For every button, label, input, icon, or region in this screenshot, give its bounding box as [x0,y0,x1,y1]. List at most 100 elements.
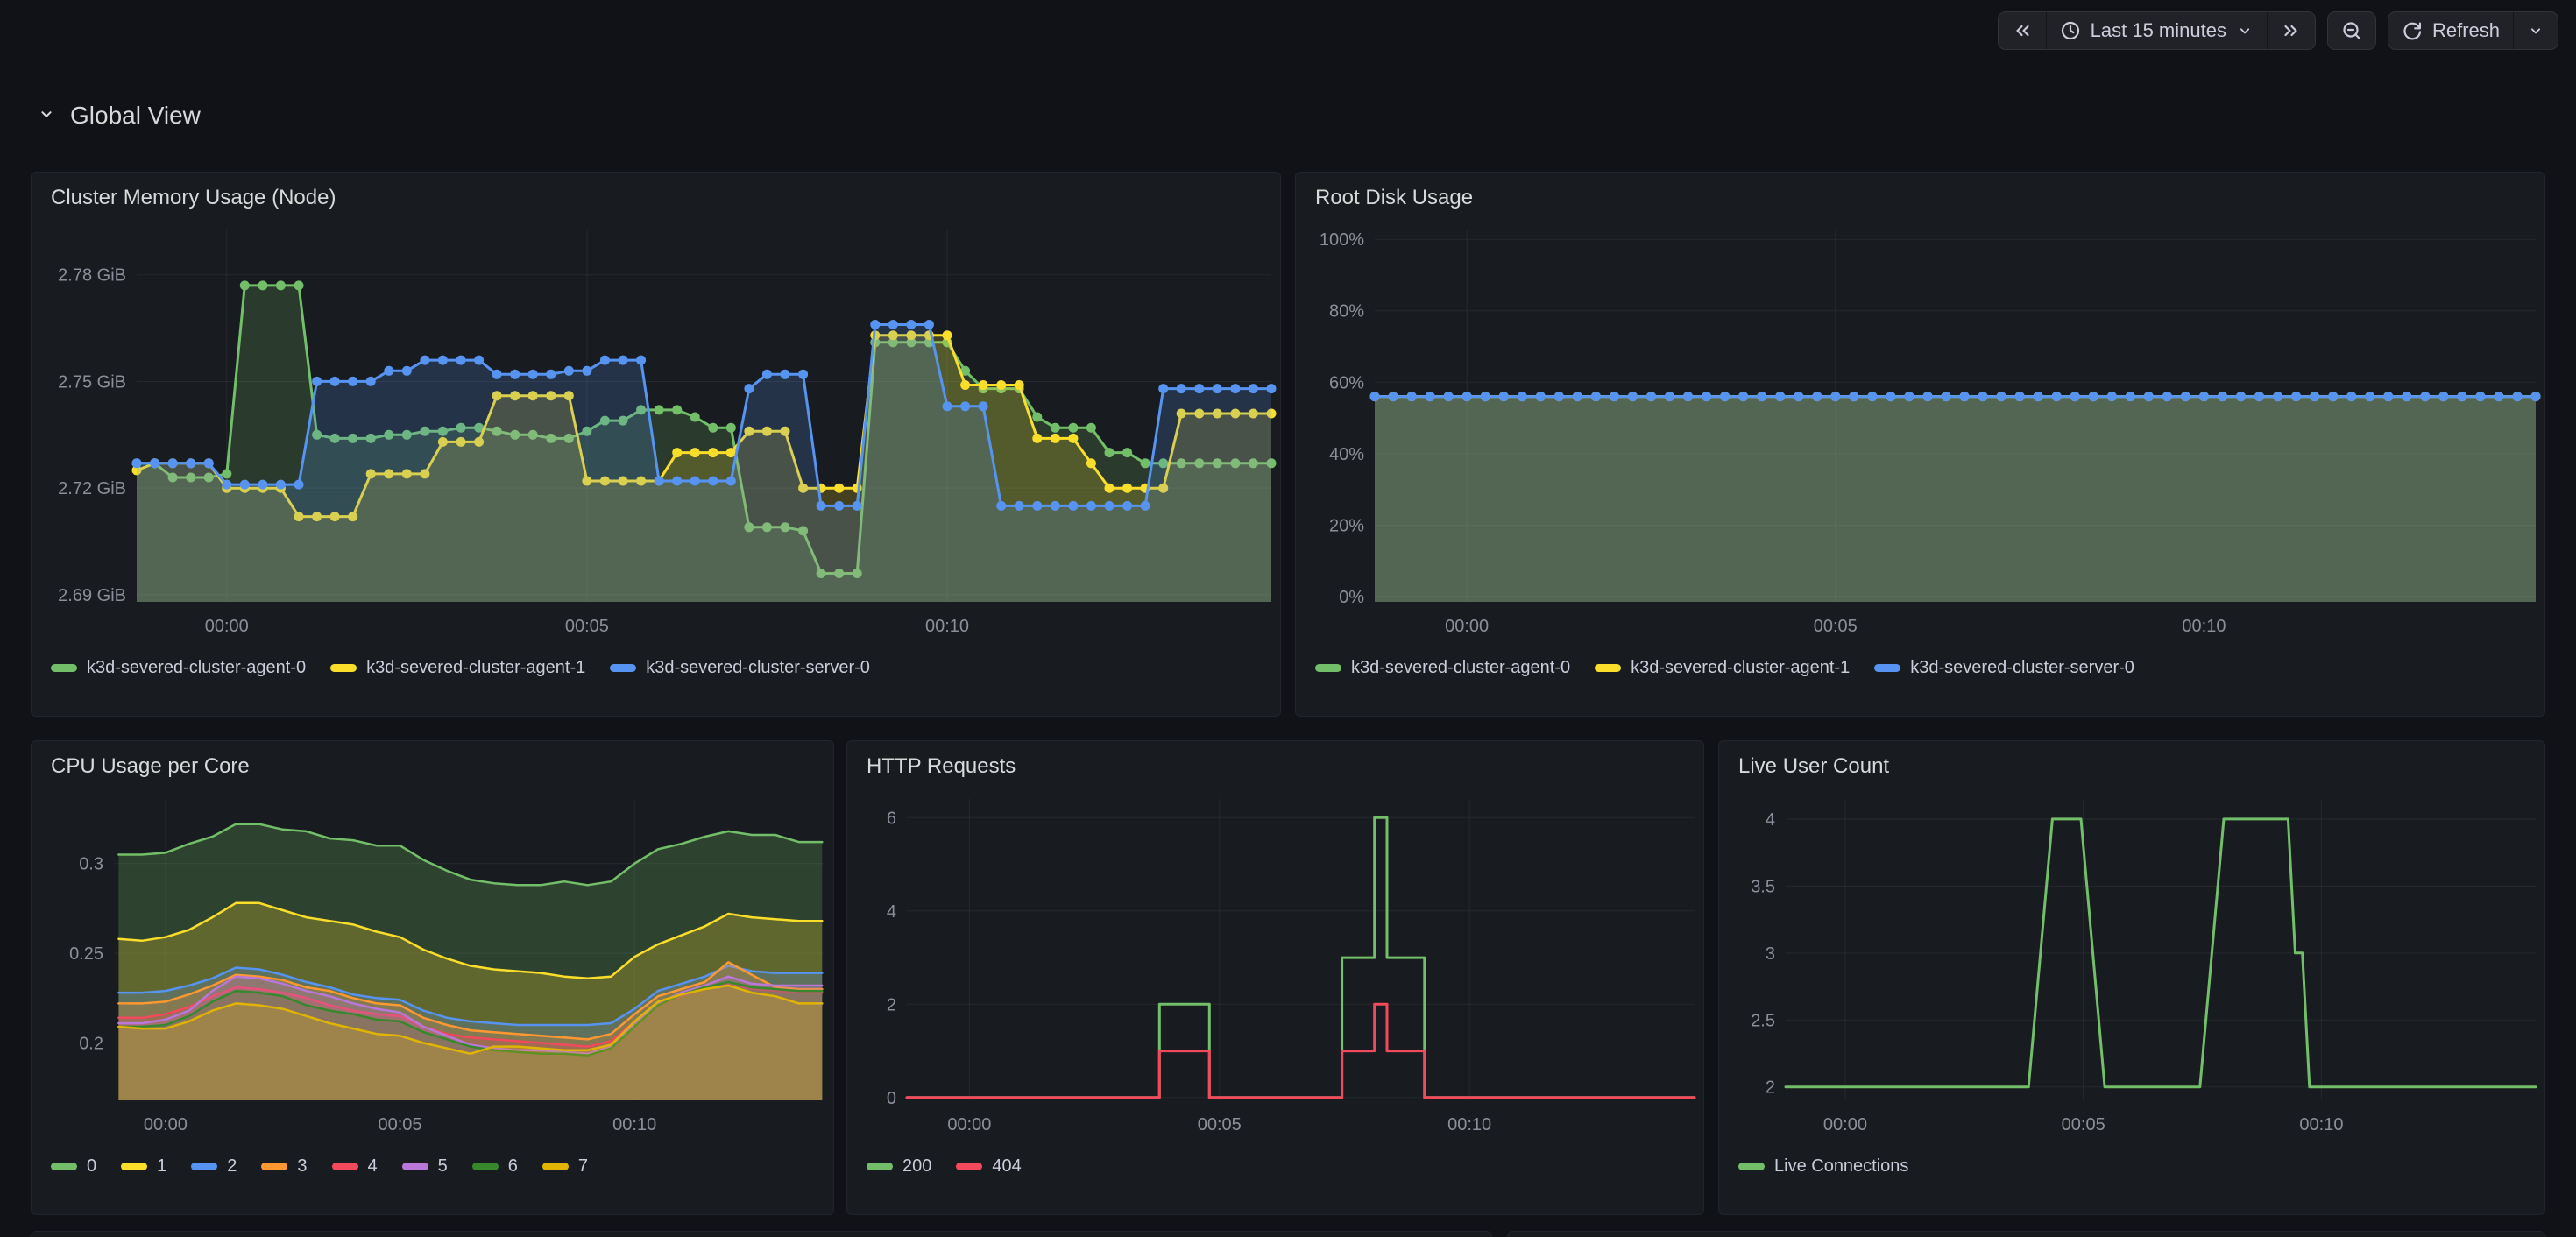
panel-title-live-user-count[interactable]: Live User Count [1738,754,1889,779]
legend-label: k3d-severed-cluster-agent-0 [1351,658,1570,678]
legend-label: Live Connections [1774,1156,1908,1177]
legend-item[interactable]: 1 [121,1156,166,1177]
panel-header: Live User Count [1719,741,2544,787]
legend: k3d-severed-cluster-agent-0 k3d-severed-c… [32,647,1280,698]
legend-label: 6 [508,1156,518,1177]
legend-item[interactable]: 200 [867,1156,931,1177]
svg-text:00:05: 00:05 [1198,1115,1242,1135]
panel-http-requests: HTTP Requests024600:0000:0500:10200404 [846,740,1704,1215]
panel-live-user-count: Live User Count22.533.5400:0000:0500:10L… [1718,740,2545,1215]
legend-swatch [191,1163,217,1170]
svg-text:100%: 100% [1320,230,1364,250]
refresh-label: Refresh [2432,21,2500,40]
legend-item[interactable]: k3d-severed-cluster-agent-1 [1595,658,1850,678]
legend-swatch [402,1163,428,1170]
refresh-icon [2402,20,2423,41]
refresh-button[interactable]: Refresh [2388,12,2513,49]
legend-swatch [1874,664,1900,672]
chart-root-disk[interactable]: 0%20%40%60%80%100%00:0000:0500:10 [1303,218,2551,647]
legend-swatch [1315,664,1341,672]
chart-live-user-count[interactable]: 22.533.5400:0000:0500:10 [1726,787,2551,1146]
chart-area: 22.533.5400:0000:0500:10 [1719,787,2544,1146]
svg-text:00:00: 00:00 [947,1115,991,1135]
legend-item[interactable]: 404 [956,1156,1021,1177]
legend-item[interactable]: 0 [51,1156,96,1177]
legend-swatch [121,1163,147,1170]
legend: 0 1 2 3 4 5 6 7 [32,1146,833,1197]
legend-swatch [956,1163,982,1170]
legend-item[interactable]: k3d-severed-cluster-server-0 [610,658,870,678]
panel-partial-1 [31,1231,1492,1237]
legend: Live Connections [1719,1146,2544,1197]
legend-swatch [51,1163,77,1170]
time-range-picker-button[interactable]: Last 15 minutes [2046,12,2267,49]
svg-text:00:05: 00:05 [2062,1115,2105,1135]
panel-header: HTTP Requests [847,741,1703,787]
svg-text:00:05: 00:05 [379,1115,422,1135]
svg-text:2: 2 [1766,1078,1775,1098]
panel-header: CPU Usage per Core [32,741,833,787]
chart-area: 0.20.250.300:0000:0500:10 [32,787,833,1146]
legend-label: k3d-severed-cluster-agent-0 [87,658,306,678]
zoom-out-icon [2341,20,2362,41]
legend-label: 200 [902,1156,931,1177]
chart-cluster-memory[interactable]: 2.69 GiB2.72 GiB2.75 GiB2.78 GiB00:0000:… [39,218,1287,647]
svg-text:0.2: 0.2 [79,1034,103,1053]
panel-title-root-disk[interactable]: Root Disk Usage [1315,186,1473,210]
svg-text:00:10: 00:10 [2299,1115,2343,1135]
svg-text:00:10: 00:10 [1447,1115,1491,1135]
legend-label: 404 [992,1156,1021,1177]
time-zoom-out-button[interactable] [2328,12,2375,49]
chart-http-requests[interactable]: 024600:0000:0500:10 [854,787,1710,1146]
refresh-group: Refresh [2388,11,2558,50]
legend-label: 3 [297,1156,307,1177]
legend-item[interactable]: 5 [402,1156,448,1177]
panel-title-cluster-memory[interactable]: Cluster Memory Usage (Node) [51,186,336,210]
legend-item[interactable]: k3d-severed-cluster-agent-1 [330,658,585,678]
legend-swatch [332,1163,358,1170]
svg-text:20%: 20% [1329,516,1364,535]
svg-text:00:00: 00:00 [1445,617,1489,636]
legend-label: 4 [368,1156,378,1177]
legend: 200 404 [847,1146,1703,1197]
panel-header: Root Disk Usage [1296,173,2544,218]
legend-swatch [542,1163,569,1170]
panel-title-cpu-per-core[interactable]: CPU Usage per Core [51,754,250,779]
refresh-interval-button[interactable] [2513,12,2558,49]
svg-text:40%: 40% [1329,445,1364,464]
legend-label: k3d-severed-cluster-server-0 [646,658,870,678]
legend-item[interactable]: 7 [542,1156,588,1177]
time-range-label: Last 15 minutes [2091,21,2226,40]
time-shift-forward-button[interactable] [2267,12,2315,49]
svg-text:2: 2 [887,995,896,1014]
svg-text:2.69 GiB: 2.69 GiB [58,586,126,605]
svg-text:00:00: 00:00 [144,1115,188,1135]
legend-swatch [472,1163,499,1170]
svg-text:2.5: 2.5 [1751,1011,1775,1030]
row-global-view[interactable]: Global View [37,102,201,130]
chevrons-left-icon [2012,20,2033,41]
legend-item[interactable]: 2 [191,1156,237,1177]
legend-item[interactable]: k3d-severed-cluster-agent-0 [51,658,306,678]
legend-swatch [1595,664,1621,672]
legend-item[interactable]: k3d-severed-cluster-server-0 [1874,658,2134,678]
legend-label: k3d-severed-cluster-agent-1 [366,658,585,678]
legend-item[interactable]: Live Connections [1738,1156,1908,1177]
legend-label: 1 [157,1156,166,1177]
legend-item[interactable]: 6 [472,1156,518,1177]
chart-area: 0%20%40%60%80%100%00:0000:0500:10 [1296,218,2544,647]
chart-cpu-per-core[interactable]: 0.20.250.300:0000:0500:10 [39,787,840,1146]
panel-title-http-requests[interactable]: HTTP Requests [867,754,1016,779]
svg-text:0.3: 0.3 [79,855,103,874]
svg-text:60%: 60% [1329,373,1364,392]
chevron-down-icon [37,102,56,130]
legend-item[interactable]: 4 [332,1156,378,1177]
legend-label: 7 [578,1156,588,1177]
svg-text:00:10: 00:10 [925,617,969,636]
legend-item[interactable]: 3 [261,1156,307,1177]
svg-text:2.72 GiB: 2.72 GiB [58,479,126,498]
legend-item[interactable]: k3d-severed-cluster-agent-0 [1315,658,1570,678]
svg-text:3: 3 [1766,944,1775,964]
svg-text:4: 4 [887,902,896,922]
time-shift-back-button[interactable] [1999,12,2046,49]
